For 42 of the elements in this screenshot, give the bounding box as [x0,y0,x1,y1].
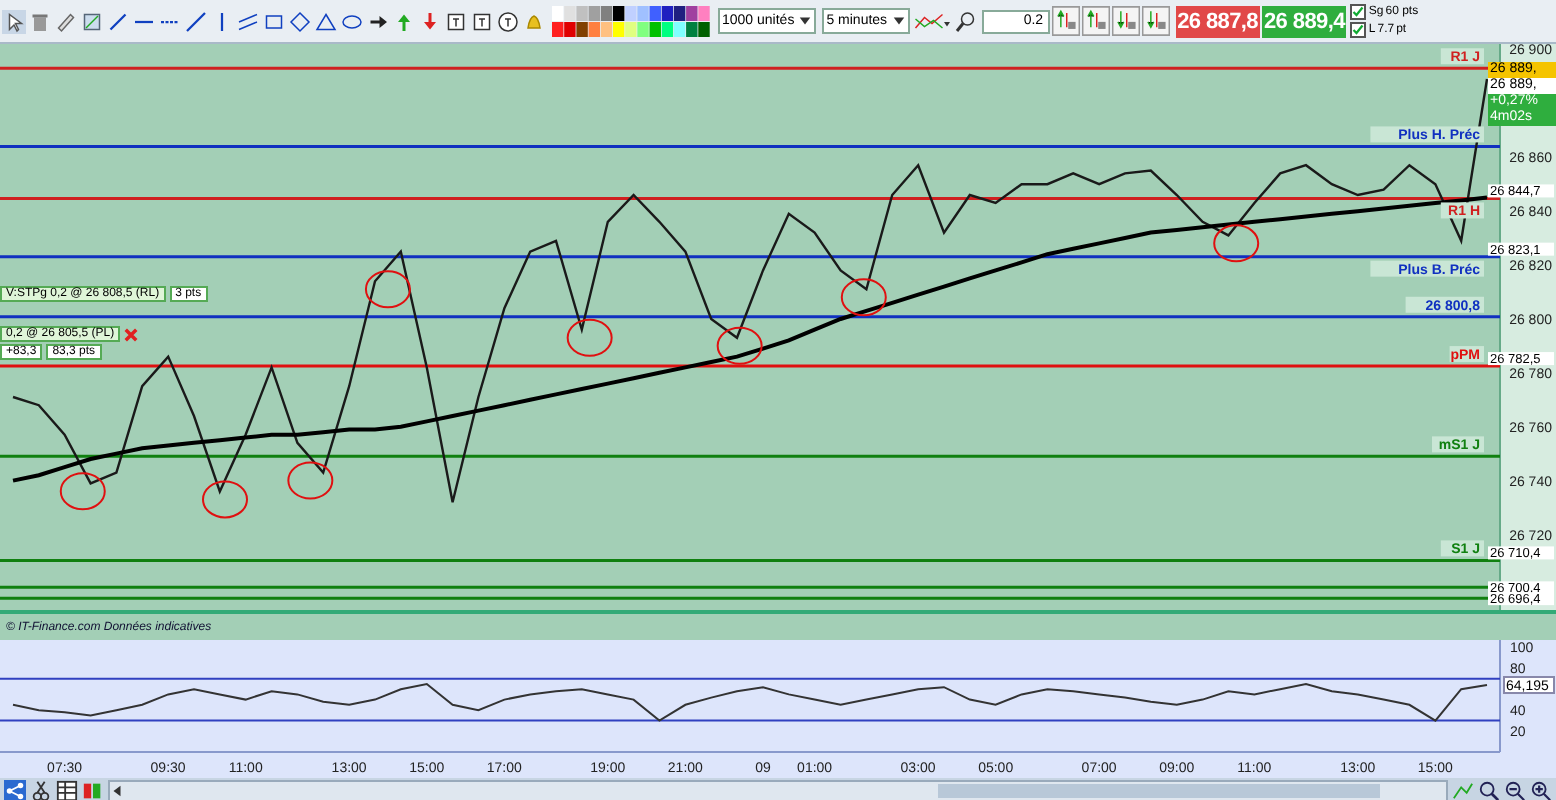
diamond-icon[interactable] [288,9,312,33]
channel-icon[interactable] [236,9,260,33]
color-palette-drawing[interactable] [552,5,712,37]
caret-icon[interactable] [891,14,906,28]
highlight-circle [59,472,106,511]
horizontal-scrollbar[interactable] [108,780,1448,800]
rectangle-icon[interactable] [262,9,286,33]
highlight-circle [1213,224,1260,263]
scissors-icon[interactable] [30,780,52,800]
zoom-in-icon[interactable] [1530,780,1552,800]
triangle-icon[interactable] [314,9,338,33]
share-icon[interactable] [4,780,26,800]
highlight-circle [202,480,248,519]
chart-edit-icon[interactable] [80,9,104,33]
line-icon[interactable] [106,9,130,33]
checkbox[interactable] [1350,4,1367,20]
buy-stop-order-icon[interactable] [1051,6,1080,36]
highlight-circle [566,318,613,357]
table-icon[interactable] [56,780,78,800]
trash-icon[interactable] [28,9,52,33]
sell-price-button[interactable]: 26 887,8 [1175,5,1260,37]
zoom-out-icon[interactable] [1504,780,1526,800]
caret-icon[interactable] [798,14,813,28]
highlight-circle [287,461,334,500]
sell-stop-order-icon[interactable] [1111,6,1140,36]
sell-limit-order-icon[interactable] [1141,6,1170,36]
highlight-circle [364,270,411,309]
text-bubble-icon[interactable] [496,9,520,33]
arrow-down-icon[interactable] [418,9,442,33]
highlight-circle [716,326,763,365]
scroll-left-icon[interactable] [110,784,124,798]
close-icon[interactable] [124,327,139,341]
diagonal-line-icon[interactable] [184,9,208,33]
buy-limit-order-icon[interactable] [1081,6,1110,36]
ruler-icon[interactable] [54,9,78,33]
chart-type-icon[interactable] [911,9,952,33]
ellipse-icon[interactable] [340,9,364,33]
highlight-circle [840,278,887,317]
text-icon[interactable] [444,9,468,33]
pointer-icon[interactable] [2,9,26,33]
checkbox[interactable] [1350,22,1367,38]
text-box-icon[interactable] [470,9,494,33]
